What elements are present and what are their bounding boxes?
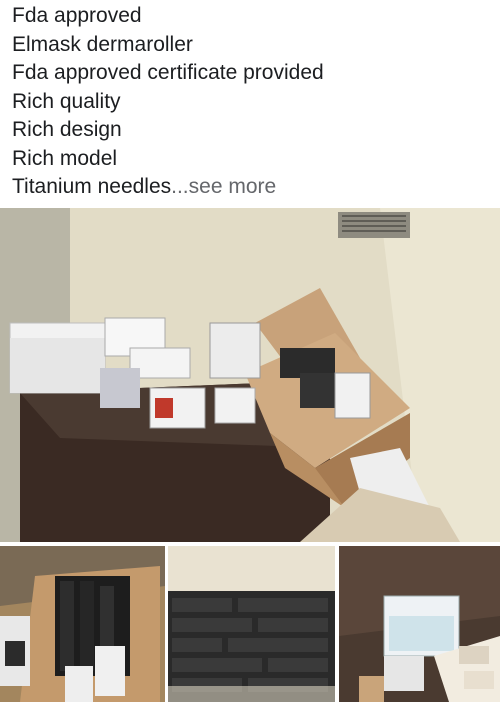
thumbnail-photo-3[interactable]	[339, 546, 500, 702]
open-box-with-products-photo	[0, 546, 165, 702]
post-line-7: Titanium needles...see more	[12, 173, 492, 202]
stacked-product-boxes-photo	[168, 546, 335, 702]
post-line-6: Rich model	[12, 146, 118, 170]
boxes-on-cabinet-photo	[0, 208, 500, 542]
post-line-5: Rich design	[12, 118, 122, 141]
see-more-link[interactable]: ...see more	[171, 175, 276, 198]
post-line-7-text: Titanium needles	[12, 175, 172, 198]
post-line-4: Rich quality	[12, 89, 121, 113]
main-photo[interactable]	[0, 208, 500, 542]
thumbnail-photo-2[interactable]	[168, 546, 335, 702]
post-line-2: Elmask dermaroller	[12, 32, 193, 56]
post-line-3: Fda approved certificate provided	[12, 61, 324, 84]
post-line-1: Fda approved	[12, 4, 142, 27]
post-text: Fda approved Elmask dermaroller Fda appr…	[12, 2, 492, 202]
boxes-pile-photo	[339, 546, 500, 702]
thumbnail-photo-1[interactable]	[0, 546, 165, 702]
